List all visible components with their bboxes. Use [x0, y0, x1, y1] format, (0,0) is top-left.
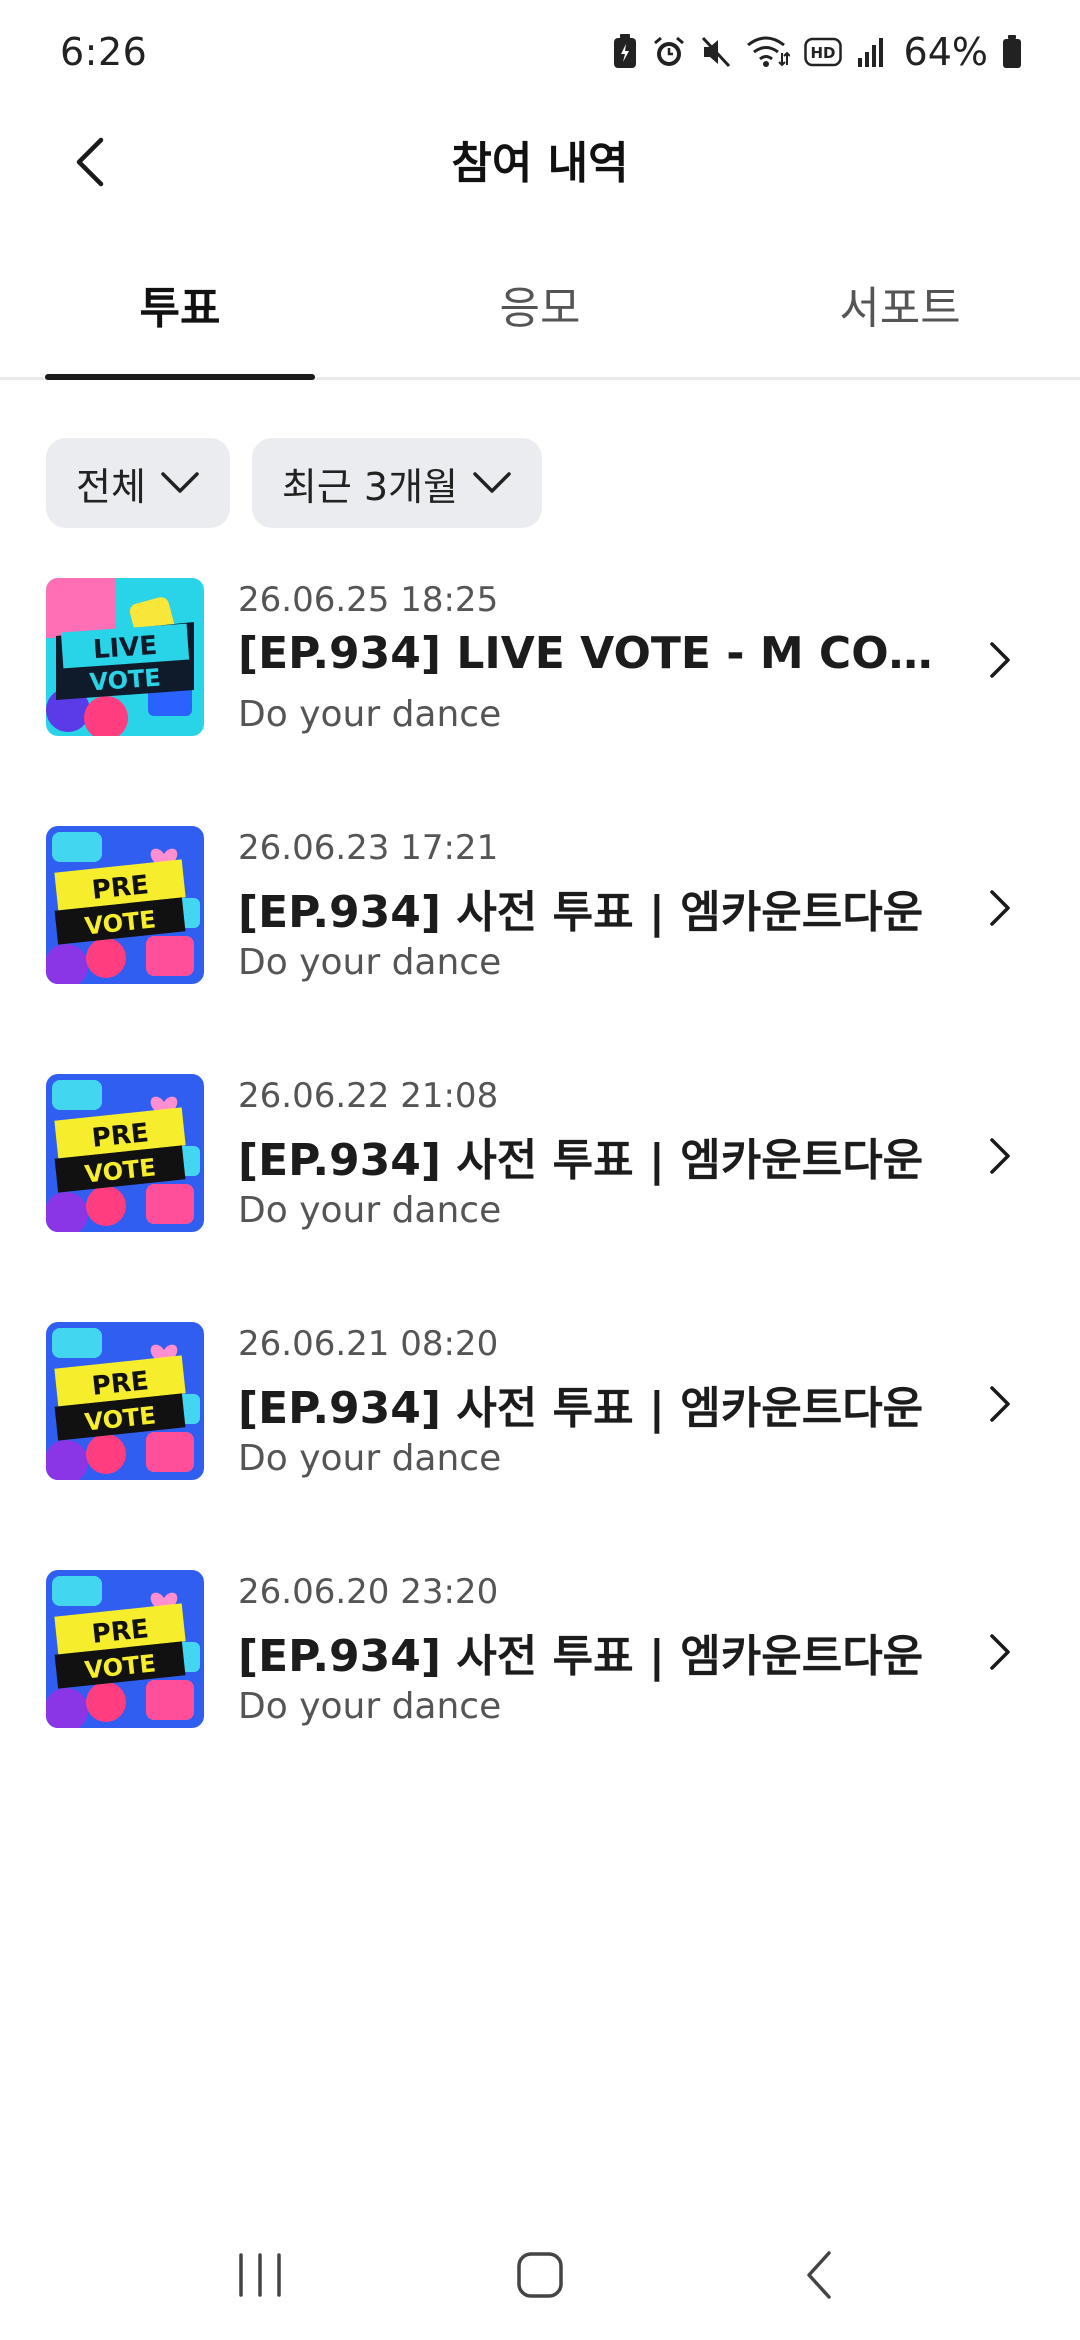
filter-bar: 전체 최근 3개월	[46, 438, 543, 528]
tab-vote[interactable]: 투표	[45, 260, 315, 380]
tab-vote-label: 투표	[139, 283, 221, 334]
status-time: 6:26	[60, 30, 148, 74]
thumbnail-text-line1: PRE	[90, 870, 150, 906]
chevron-right-icon	[990, 1386, 1010, 1422]
thumbnail-text-line1: LIVE	[92, 631, 158, 665]
item-date: 26.06.22 21:08	[238, 1076, 499, 1116]
chevron-left-icon	[76, 137, 104, 187]
list-item[interactable]: PRE VOTE 26.06.22 21:08 [EP.934] 사전 투표 |…	[0, 1074, 1080, 1322]
status-bar: 6:26 HD 64%	[0, 0, 1080, 104]
thumbnail-text-line1: PRE	[90, 1366, 150, 1402]
thumbnail-text-line1: PRE	[90, 1118, 150, 1154]
item-subtitle: Do your dance	[238, 942, 502, 983]
vote-thumbnail: PRE VOTE	[46, 1570, 204, 1728]
wifi-icon	[746, 35, 790, 69]
recent-apps-button[interactable]	[220, 2235, 300, 2315]
chevron-right-icon	[990, 642, 1010, 678]
signal-icon	[856, 36, 886, 68]
type-filter-label: 전체	[76, 464, 146, 509]
item-subtitle: Do your dance	[238, 1190, 502, 1231]
type-filter-dropdown[interactable]: 전체	[46, 438, 230, 528]
vote-thumbnail: PRE VOTE	[46, 1322, 204, 1480]
alarm-icon	[652, 35, 686, 69]
system-back-button[interactable]	[780, 2235, 860, 2315]
page-title: 참여 내역	[451, 138, 629, 189]
back-icon	[807, 2251, 831, 2299]
system-nav-bar	[0, 2210, 1080, 2340]
item-title: [EP.934] 사전 투표 | 엠카운트다운	[238, 887, 924, 938]
item-date: 26.06.25 18:25	[238, 580, 499, 620]
mute-icon	[700, 35, 732, 69]
item-subtitle: Do your dance	[238, 1686, 502, 1727]
battery-icon	[1002, 35, 1022, 69]
item-title: [EP.934] 사전 투표 | 엠카운트다운	[238, 1383, 924, 1434]
vote-thumbnail: LIVE VOTE	[46, 578, 204, 736]
battery-saver-icon	[612, 34, 638, 70]
chevron-right-icon	[990, 1634, 1010, 1670]
home-icon	[517, 2252, 563, 2298]
chevron-right-icon	[990, 1138, 1010, 1174]
vote-thumbnail: PRE VOTE	[46, 826, 204, 984]
participation-history-screen: 6:26 HD 64% 참여 내역 투표 응모 서포트 전체 최근 3개월 LI…	[0, 0, 1080, 2340]
hd-icon: HD	[803, 37, 842, 67]
home-button[interactable]	[500, 2235, 580, 2315]
svg-text:HD: HD	[810, 44, 835, 62]
back-button[interactable]	[60, 132, 120, 192]
tab-entry-label: 응모	[499, 283, 581, 334]
chevron-right-icon	[990, 890, 1010, 926]
chevron-down-icon	[473, 472, 511, 493]
vote-history-list: LIVE VOTE 26.06.25 18:25 [EP.934] LIVE V…	[0, 578, 1080, 1818]
item-date: 26.06.20 23:20	[238, 1572, 499, 1612]
thumbnail-text-line2: VOTE	[89, 664, 162, 697]
list-item[interactable]: PRE VOTE 26.06.20 23:20 [EP.934] 사전 투표 |…	[0, 1570, 1080, 1818]
vote-thumbnail: PRE VOTE	[46, 1074, 204, 1232]
item-title: [EP.934] 사전 투표 | 엠카운트다운	[238, 1631, 924, 1682]
active-tab-indicator	[45, 374, 315, 380]
item-date: 26.06.21 08:20	[238, 1324, 499, 1364]
period-filter-label: 최근 3개월	[281, 464, 459, 509]
tab-support-label: 서포트	[839, 283, 961, 334]
list-item[interactable]: PRE VOTE 26.06.23 17:21 [EP.934] 사전 투표 |…	[0, 826, 1080, 1074]
recent-apps-icon	[239, 2253, 281, 2297]
thumbnail-text-line1: PRE	[90, 1614, 150, 1650]
item-subtitle: Do your dance	[238, 1438, 502, 1479]
item-title: [EP.934] LIVE VOTE - M COUN...	[238, 628, 938, 679]
app-header: 참여 내역	[0, 104, 1080, 214]
item-title: [EP.934] 사전 투표 | 엠카운트다운	[238, 1135, 924, 1186]
list-item[interactable]: LIVE VOTE 26.06.25 18:25 [EP.934] LIVE V…	[0, 578, 1080, 826]
chevron-down-icon	[161, 472, 199, 493]
tab-bar: 투표 응모 서포트	[0, 260, 1080, 380]
item-subtitle: Do your dance	[238, 694, 502, 735]
tab-entry[interactable]: 응모	[405, 260, 675, 380]
status-icons: HD 64%	[612, 30, 1022, 74]
battery-percent: 64%	[903, 30, 988, 74]
period-filter-dropdown[interactable]: 최근 3개월	[251, 438, 543, 528]
list-item[interactable]: PRE VOTE 26.06.21 08:20 [EP.934] 사전 투표 |…	[0, 1322, 1080, 1570]
item-date: 26.06.23 17:21	[238, 828, 499, 868]
tab-support[interactable]: 서포트	[765, 260, 1035, 380]
